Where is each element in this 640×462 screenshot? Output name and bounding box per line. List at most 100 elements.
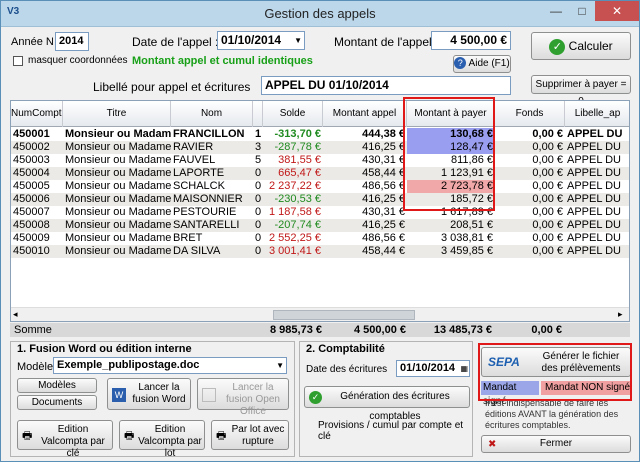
close-icon: ✖ <box>488 439 497 450</box>
cell-lib: APPEL DU <box>567 193 622 205</box>
supprimer-button[interactable]: Supprimer à payer = 0 <box>531 75 631 107</box>
cell-titre: Monsieur ou Madame <box>65 206 171 218</box>
cell-nom: RAVIER <box>173 141 214 153</box>
cell-fonds: 0,00 € <box>532 219 563 231</box>
col-nom[interactable]: Nom <box>171 101 253 127</box>
compta-panel: 2. Comptabilité Date des écritures 01/10… <box>299 341 473 457</box>
chevron-down-icon[interactable]: ▼ <box>294 32 302 49</box>
chevron-down-icon[interactable]: ▼ <box>276 358 284 373</box>
table-row[interactable]: 450006 Monsieur ou Madame MAISONNIER 0 -230,… <box>11 193 629 206</box>
cell-num: 450008 <box>13 219 50 231</box>
date-appel-input[interactable]: 01/10/2014 ▼ <box>217 31 305 50</box>
table-row[interactable]: 450009 Monsieur ou Madame BRET 0 2 552,25 € 4… <box>11 232 629 245</box>
col-n[interactable] <box>253 101 263 127</box>
minimize-button[interactable]: — <box>543 1 569 21</box>
scrollbar-thumb[interactable] <box>273 310 415 320</box>
cell-appel: 416,25 € <box>362 141 405 153</box>
cell-nom: LAPORTE <box>173 167 225 179</box>
documents-button[interactable]: Documents <box>17 395 97 410</box>
check-icon: ✓ <box>309 391 322 404</box>
cell-titre: Monsieur ou Madame <box>65 128 171 140</box>
aide-button[interactable]: ? Aide (F1) <box>453 55 511 73</box>
cell-solde: 1 187,58 € <box>269 206 321 218</box>
calendar-icon[interactable]: ▦ <box>460 361 468 376</box>
cell-n: 0 <box>255 232 262 244</box>
cell-solde: -287,78 € <box>274 141 321 153</box>
modele-label: Modèle <box>17 361 54 373</box>
par-lot-rupture-button[interactable]: 🖶 Par lot avec rupture <box>211 420 289 450</box>
cell-lib: APPEL DU <box>567 232 622 244</box>
cell-n: 0 <box>255 219 262 231</box>
cell-fonds: 0,00 € <box>532 232 563 244</box>
grid-header: NumCompte Titre Nom Solde Montant appel … <box>11 101 629 127</box>
cell-titre: Monsieur ou Madame <box>65 193 171 205</box>
generation-ecritures-button[interactable]: ✓ Génération des écritures comptables <box>304 386 470 422</box>
table-row[interactable]: 450003 Monsieur ou Madame FAUVEL 5 381,55 € 4… <box>11 154 629 167</box>
lancer-word-label: Lancer la fusion Word <box>132 382 186 405</box>
maximize-button[interactable]: □ <box>569 1 595 21</box>
cell-lib: APPEL DU <box>567 128 623 140</box>
col-fonds[interactable]: Fonds <box>495 101 565 127</box>
title-bar: V3 Gestion des appels — □ ✕ <box>1 1 639 27</box>
cell-num: 450007 <box>13 206 50 218</box>
modele-select[interactable]: Exemple_publipostage.doc ▼ <box>53 357 287 374</box>
col-libelle[interactable]: Libelle_ap <box>565 101 629 127</box>
cell-nom: FRANCILLON <box>173 128 245 140</box>
masquer-checkbox[interactable] <box>13 56 23 66</box>
cell-payer: 3 459,85 € <box>441 245 493 257</box>
lancer-word-button[interactable]: W Lancer la fusion Word <box>107 378 191 410</box>
cell-titre: Monsieur ou Madame <box>65 180 171 192</box>
table-row[interactable]: 450010 Monsieur ou Madame DA SILVA 0 3 001,4… <box>11 245 629 258</box>
cell-titre: Monsieur ou Madame <box>65 245 171 257</box>
printer-icon: 🖶 <box>216 430 227 442</box>
cell-fonds: 0,00 € <box>532 141 563 153</box>
generation-ecritures-label: Génération des écritures comptables <box>340 391 450 422</box>
horizontal-scrollbar[interactable]: ◂ ▸ <box>11 307 629 321</box>
cell-appel: 416,25 € <box>362 219 405 231</box>
date-ecritures-input[interactable]: 01/10/2014 ▦ <box>396 360 470 377</box>
word-icon: W <box>112 388 126 402</box>
cell-lib: APPEL DU <box>567 167 622 179</box>
table-row[interactable]: 450008 Monsieur ou Madame SANTARELLI 0 -207,… <box>11 219 629 232</box>
date-ecritures-value: 01/10/2014 <box>400 362 456 374</box>
cell-solde: 665,47 € <box>278 167 321 179</box>
montant-appel-input[interactable]: 4 500,00 € <box>431 31 511 50</box>
lancer-oo-button[interactable]: Lancer la fusion Open Office <box>197 378 289 417</box>
cell-titre: Monsieur ou Madame <box>65 141 171 153</box>
edition-note: Il est indispensable de faire les éditio… <box>485 398 619 430</box>
cell-nom: SANTARELLI <box>173 219 240 231</box>
col-solde[interactable]: Solde <box>263 101 323 127</box>
cell-appel: 486,56 € <box>362 232 405 244</box>
col-numcompte[interactable]: NumCompte <box>11 101 63 127</box>
identiques-label: Montant appel et cumul identiques <box>132 55 313 67</box>
libelle-input[interactable]: APPEL DU 01/10/2014 <box>261 76 511 95</box>
fermer-button[interactable]: ✖ Fermer <box>481 435 631 453</box>
table-row[interactable]: 450007 Monsieur ou Madame PESTOURIE 0 1 187,… <box>11 206 629 219</box>
col-montant-appel[interactable]: Montant appel <box>323 101 407 127</box>
fusion-panel: 1. Fusion Word ou édition interne Modèle… <box>10 341 295 459</box>
cell-payer: 208,51 € <box>450 219 493 231</box>
par-lot-rupture-label: Par lot avec rupture <box>231 424 285 447</box>
calculer-button[interactable]: ✓ Calculer <box>531 32 631 60</box>
table-row[interactable]: 450002 Monsieur ou Madame RAVIER 3 -287,78 €… <box>11 141 629 154</box>
sepa-highlight <box>478 343 632 401</box>
cell-num: 450010 <box>13 245 50 257</box>
cell-lib: APPEL DU <box>567 141 622 153</box>
edition-cle-button[interactable]: 🖶 Edition Valcompta par clé <box>17 420 113 459</box>
cell-num: 450002 <box>13 141 50 153</box>
scroll-left-icon[interactable]: ◂ <box>13 309 18 320</box>
cell-solde: 2 237,22 € <box>269 180 321 192</box>
cell-titre: Monsieur ou Madame <box>65 232 171 244</box>
annee-input[interactable]: 2014 <box>55 32 89 51</box>
table-row[interactable]: 450001 Monsieur ou Madame FRANCILLON 1 -313,… <box>11 128 629 141</box>
scroll-right-icon[interactable]: ▸ <box>618 309 623 320</box>
cell-solde: 381,55 € <box>278 154 321 166</box>
modeles-button[interactable]: Modèles <box>17 378 97 393</box>
table-row[interactable]: 450004 Monsieur ou Madame LAPORTE 0 665,47 €… <box>11 167 629 180</box>
table-row[interactable]: 450005 Monsieur ou Madame SCHALCK 0 2 237,22… <box>11 180 629 193</box>
col-titre[interactable]: Titre <box>63 101 171 127</box>
close-window-button[interactable]: ✕ <box>595 1 639 21</box>
check-icon: ✓ <box>549 38 566 55</box>
edition-lot-label: Edition Valcompta par lot <box>138 424 202 459</box>
edition-lot-button[interactable]: 🖶 Edition Valcompta par lot <box>119 420 205 459</box>
